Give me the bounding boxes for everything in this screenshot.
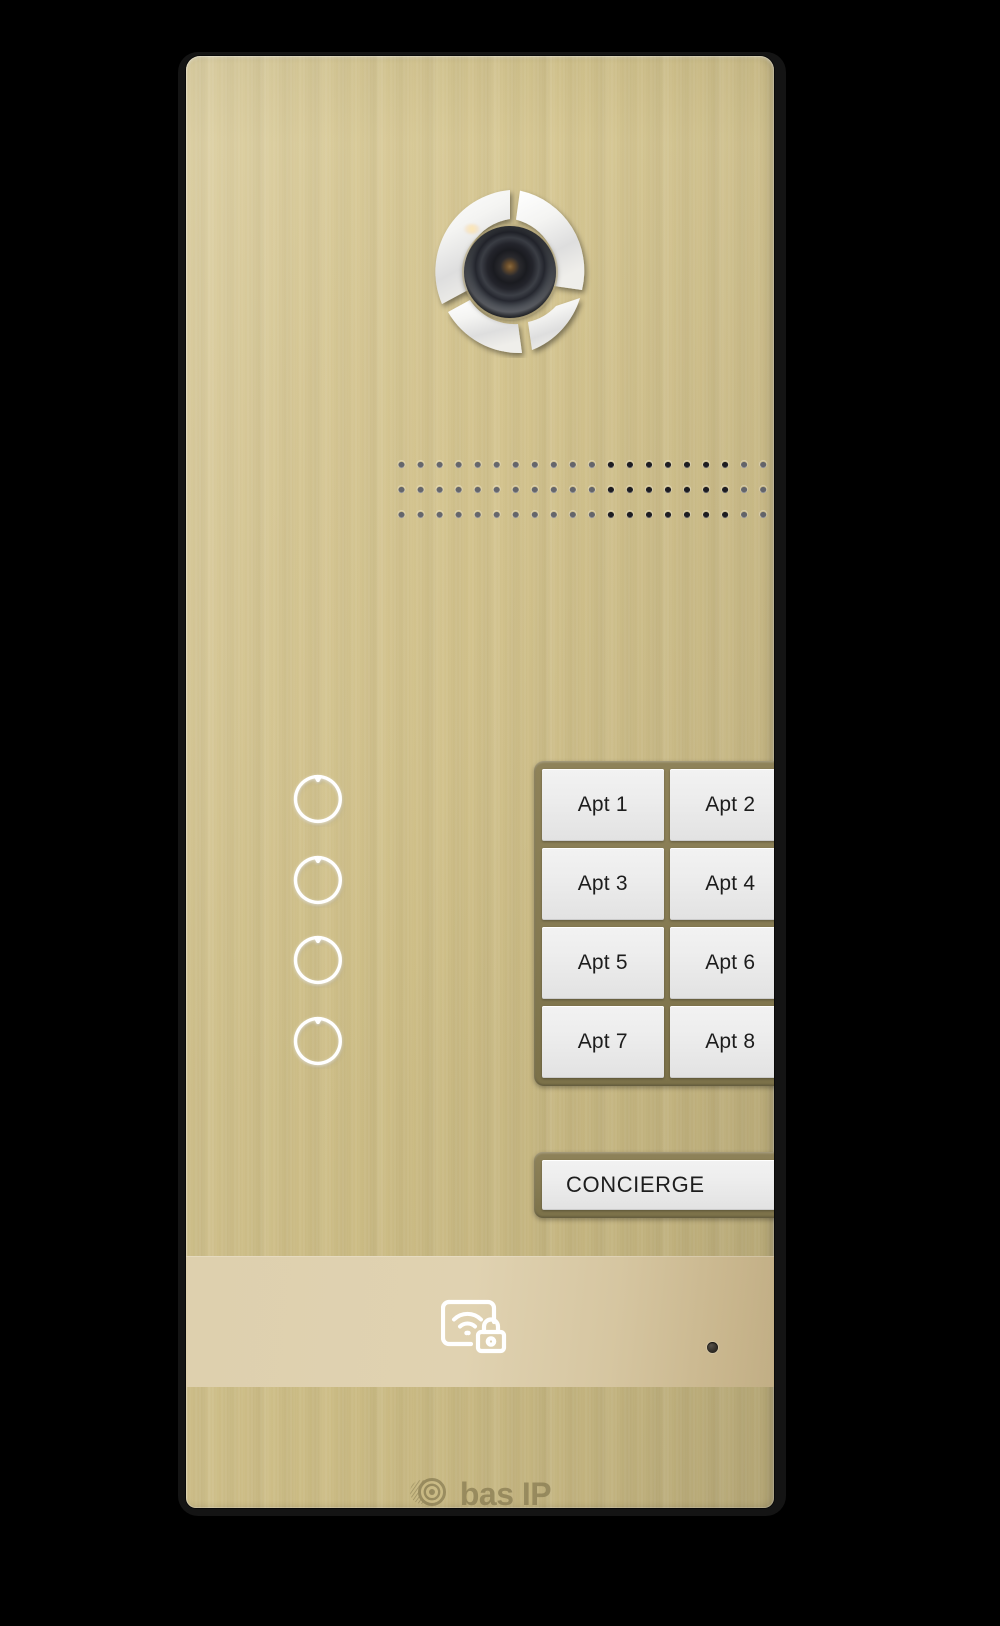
camera-lens-glint — [464, 224, 480, 234]
nameplate-apt-3[interactable]: Apt 3 — [542, 848, 664, 920]
nameplate-concierge[interactable]: CONCIERGE — [542, 1160, 774, 1210]
nameplate-label: Apt 8 — [705, 1030, 756, 1053]
nameplate-label: Apt 7 — [577, 1030, 628, 1053]
nameplate-apt-8[interactable]: Apt 8 — [669, 1006, 774, 1078]
nameplate-label: Apt 6 — [705, 951, 756, 974]
nameplate-apt-2[interactable]: Apt 2 — [669, 769, 774, 841]
nameplate-apt-4[interactable]: Apt 4 — [669, 848, 774, 920]
device-faceplate: Apt 1 Apt 2 Apt 3 Apt 4 Apt 5 Apt 6 Apt … — [186, 56, 774, 1508]
nameplate-label: Apt 4 — [705, 872, 756, 895]
nameplate-apt-1[interactable]: Apt 1 — [542, 769, 664, 841]
nameplate-apt-6[interactable]: Apt 6 — [669, 927, 774, 999]
nameplate-apt-7[interactable]: Apt 7 — [542, 1006, 664, 1078]
basip-circular-mark-icon — [409, 1474, 451, 1508]
call-button-apt-3[interactable] — [290, 852, 346, 908]
concierge-label: CONCIERGE — [566, 1172, 705, 1197]
camera-lens — [464, 226, 556, 318]
apartment-button-block: Apt 1 Apt 2 Apt 3 Apt 4 Apt 5 Apt 6 Apt … — [534, 761, 774, 1086]
nameplate-label: Apt 3 — [577, 872, 628, 895]
brand-logo: bas IP — [186, 1474, 774, 1508]
speaker-grille — [392, 451, 774, 529]
concierge-button-block: CONCIERGE — [534, 1152, 774, 1218]
call-button-apt-5[interactable] — [290, 932, 346, 988]
brand-logo-text: bas IP — [459, 1476, 552, 1508]
status-led — [707, 1342, 718, 1353]
nameplate-label: Apt 2 — [705, 793, 756, 816]
nameplate-label: Apt 5 — [577, 951, 628, 974]
screenshot-root: Apt 1 Apt 2 Apt 3 Apt 4 Apt 5 Apt 6 Apt … — [0, 0, 1000, 1626]
camera-module — [424, 186, 596, 358]
rfid-card-lock-icon — [441, 1296, 511, 1354]
call-button-apt-7[interactable] — [290, 1013, 346, 1069]
nameplate-label: Apt 1 — [577, 793, 628, 816]
call-button-apt-1[interactable] — [290, 771, 346, 827]
nameplate-apt-5[interactable]: Apt 5 — [542, 927, 664, 999]
